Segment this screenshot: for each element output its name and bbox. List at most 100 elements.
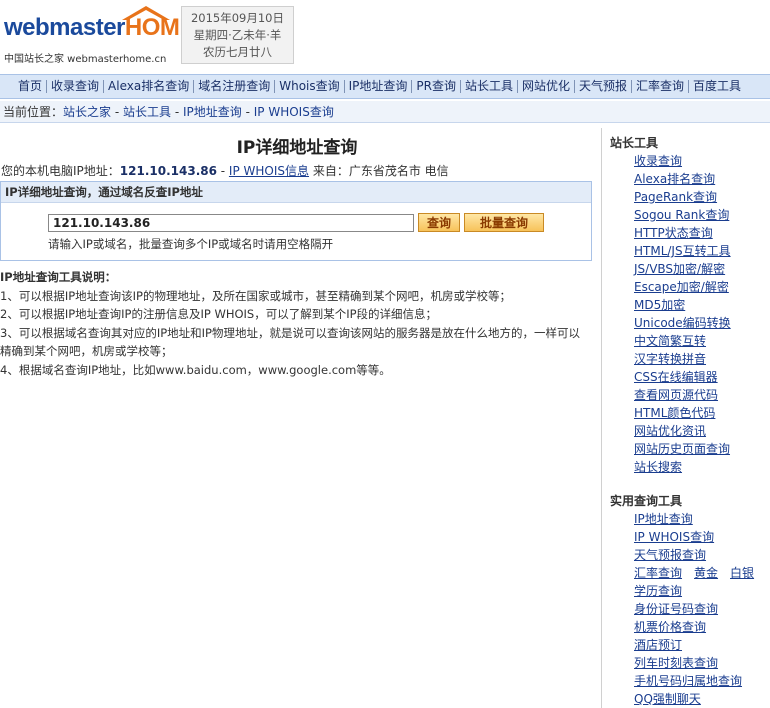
sidebar-item: 网站优化资讯: [634, 422, 770, 440]
sidebar-link[interactable]: HTTP状态查询: [634, 226, 713, 240]
sidebar-item: Sogou Rank查询: [634, 206, 770, 224]
page-title: IP详细地址查询: [236, 138, 358, 158]
sidebar-link[interactable]: 机票价格查询: [634, 620, 706, 634]
nav-link[interactable]: 百度工具: [693, 79, 741, 93]
description-item: 2、可以根据IP地址查询IP的注册信息及IP WHOIS，可以了解到某个IP段的…: [0, 307, 438, 321]
nav-link[interactable]: Whois查询: [279, 79, 339, 93]
sidebar-link[interactable]: 网站优化资讯: [634, 424, 706, 438]
sidebar-item: 身份证号码查询: [634, 600, 770, 618]
ip-location: 来自：广东省茂名市 电信: [312, 164, 449, 178]
date-lunar: 农历七月廿八: [203, 45, 272, 59]
local-ip-line: 您的本机电脑IP地址：121.10.143.86 - IP WHOIS信息 来自…: [1, 164, 449, 178]
query-box-header: IP详细地址查询，通过域名反查IP地址: [1, 182, 591, 203]
nav-link[interactable]: IP地址查询: [349, 79, 408, 93]
sidebar-link[interactable]: 中文简繁互转: [634, 334, 706, 348]
breadcrumb-separator: -: [241, 105, 254, 119]
sidebar-link[interactable]: Escape加密/解密: [634, 280, 729, 294]
nav-link[interactable]: 汇率查询: [636, 79, 684, 93]
sidebar-link[interactable]: Unicode编码转换: [634, 316, 731, 330]
nav-link[interactable]: 收录查询: [51, 79, 99, 93]
sidebar-item: 学历查询: [634, 582, 770, 600]
main-content: IP详细地址查询 您的本机电脑IP地址：121.10.143.86 - IP W…: [0, 126, 594, 377]
nav-item: 站长工具: [461, 80, 518, 93]
ip-whois-link[interactable]: IP WHOIS信息: [229, 164, 309, 178]
site-logo[interactable]: webmasterHOME 中国站长之家 webmasterhome.cn: [4, 6, 195, 66]
nav-item: PR查询: [412, 80, 461, 93]
breadcrumb-link[interactable]: 站长之家: [63, 105, 111, 119]
sidebar-item: 汉字转换拼音: [634, 350, 770, 368]
breadcrumb-link[interactable]: IP地址查询: [183, 105, 242, 119]
sidebar-item: 手机号码归属地查询: [634, 672, 770, 690]
sidebar-item: 站长搜索: [634, 458, 770, 476]
sidebar-link[interactable]: 汉字转换拼音: [634, 352, 706, 366]
breadcrumb-link[interactable]: IP WHOIS查询: [254, 105, 334, 119]
nav-item: 域名注册查询: [194, 79, 276, 93]
sidebar-link[interactable]: 查看网页源代码: [634, 388, 718, 402]
nav-link[interactable]: 站长工具: [465, 79, 513, 93]
query-row: 查询 批量查询: [48, 213, 544, 232]
sidebar-item: PageRank查询: [634, 188, 770, 206]
ip-label: 您的本机电脑IP地址：: [1, 164, 120, 178]
nav-link[interactable]: 天气预报: [579, 79, 627, 93]
nav-item: IP地址查询: [345, 80, 413, 93]
nav-item: 天气预报: [575, 79, 633, 93]
nav-item: 百度工具: [689, 80, 745, 93]
sidebar-link[interactable]: 网站历史页面查询: [634, 442, 730, 456]
query-button[interactable]: 查询: [418, 213, 460, 232]
sidebar-link[interactable]: CSS在线编辑器: [634, 370, 718, 384]
sidebar-link[interactable]: 列车时刻表查询: [634, 656, 718, 670]
sidebar-item: 收录查询: [634, 152, 770, 170]
nav-item: 首页: [14, 79, 48, 93]
sidebar-link[interactable]: 白银: [730, 566, 754, 580]
sidebar-link[interactable]: HTML/JS互转工具: [634, 244, 731, 258]
nav-link[interactable]: Alexa排名查询: [108, 79, 189, 93]
tool-description: IP地址查询工具说明： 1、可以根据IP地址查询该IP的物理地址，及所在国家或城…: [0, 268, 590, 379]
sidebar-link[interactable]: MD5加密: [634, 298, 685, 312]
sidebar-link[interactable]: HTML颜色代码: [634, 406, 715, 420]
sidebar-link[interactable]: Sogou Rank查询: [634, 208, 729, 222]
sidebar-link[interactable]: 收录查询: [634, 154, 682, 168]
sidebar-link[interactable]: 学历查询: [634, 584, 682, 598]
query-hint: 请输入IP或域名，批量查询多个IP或域名时请用空格隔开: [48, 237, 334, 251]
sidebar-link[interactable]: 黄金: [694, 566, 718, 580]
sidebar-section-webmaster-tools: 站长工具: [610, 136, 659, 150]
sidebar-link[interactable]: 站长搜索: [634, 460, 682, 474]
logo-subtitle: 中国站长之家 webmasterhome.cn: [4, 54, 167, 65]
sidebar-link[interactable]: Alexa排名查询: [634, 172, 715, 186]
query-box: IP详细地址查询，通过域名反查IP地址 查询 批量查询 请输入IP或域名，批量查…: [0, 181, 592, 261]
sidebar-link[interactable]: 身份证号码查询: [634, 602, 718, 616]
top-navigation: 首页 收录查询 Alexa排名查询 域名注册查询 Whois查询 IP地址查询 PR查询 站长…: [0, 74, 770, 99]
description-item: 1、可以根据IP地址查询该IP的物理地址，及所在国家或城市，甚至精确到某个网吧，…: [0, 288, 511, 303]
date-gregorian: 2015年09月10日: [190, 11, 285, 25]
batch-query-button[interactable]: 批量查询: [464, 213, 544, 232]
breadcrumb-link[interactable]: 站长工具: [123, 105, 171, 119]
sidebar-item: HTTP状态查询: [634, 224, 770, 242]
sidebar-item: 中文简繁互转: [634, 332, 770, 350]
nav-item: Whois查询: [275, 79, 345, 93]
nav-link[interactable]: 网站优化: [522, 79, 570, 93]
sidebar-item: 汇率查询 黄金 白银: [634, 564, 770, 582]
sidebar-link[interactable]: 天气预报查询: [634, 548, 706, 562]
nav-link[interactable]: PR查询: [416, 79, 456, 93]
sidebar-link[interactable]: IP WHOIS查询: [634, 530, 714, 544]
logo-wordmark: webmasterHOME: [4, 14, 195, 41]
sidebar-link[interactable]: JS/VBS加密/解密: [634, 262, 725, 276]
sidebar-item: IP地址查询: [634, 510, 770, 528]
sidebar-link[interactable]: IP地址查询: [634, 512, 693, 526]
sidebar-link[interactable]: 汇率查询: [634, 566, 682, 580]
sidebar-item: 查看网页源代码: [634, 386, 770, 404]
ip-query-input[interactable]: [48, 213, 414, 232]
sidebar-item: Alexa排名查询: [634, 170, 770, 188]
nav-link[interactable]: 域名注册查询: [198, 79, 270, 93]
breadcrumb: 当前位置：站长之家 - 站长工具 - IP地址查询 - IP WHOIS查询: [0, 101, 770, 123]
sidebar-link[interactable]: 酒店预订: [634, 638, 682, 652]
sidebar-item: IP WHOIS查询: [634, 528, 770, 546]
sidebar-item: HTML颜色代码: [634, 404, 770, 422]
sidebar-link[interactable]: PageRank查询: [634, 190, 717, 204]
sidebar-item: MD5加密: [634, 296, 770, 314]
sidebar-link[interactable]: QQ强制聊天: [634, 692, 701, 706]
breadcrumb-prefix: 当前位置：: [3, 105, 64, 119]
sidebar-link[interactable]: 手机号码归属地查询: [634, 674, 742, 688]
sidebar-item: Unicode编码转换: [634, 314, 770, 332]
nav-link[interactable]: 首页: [18, 79, 42, 93]
